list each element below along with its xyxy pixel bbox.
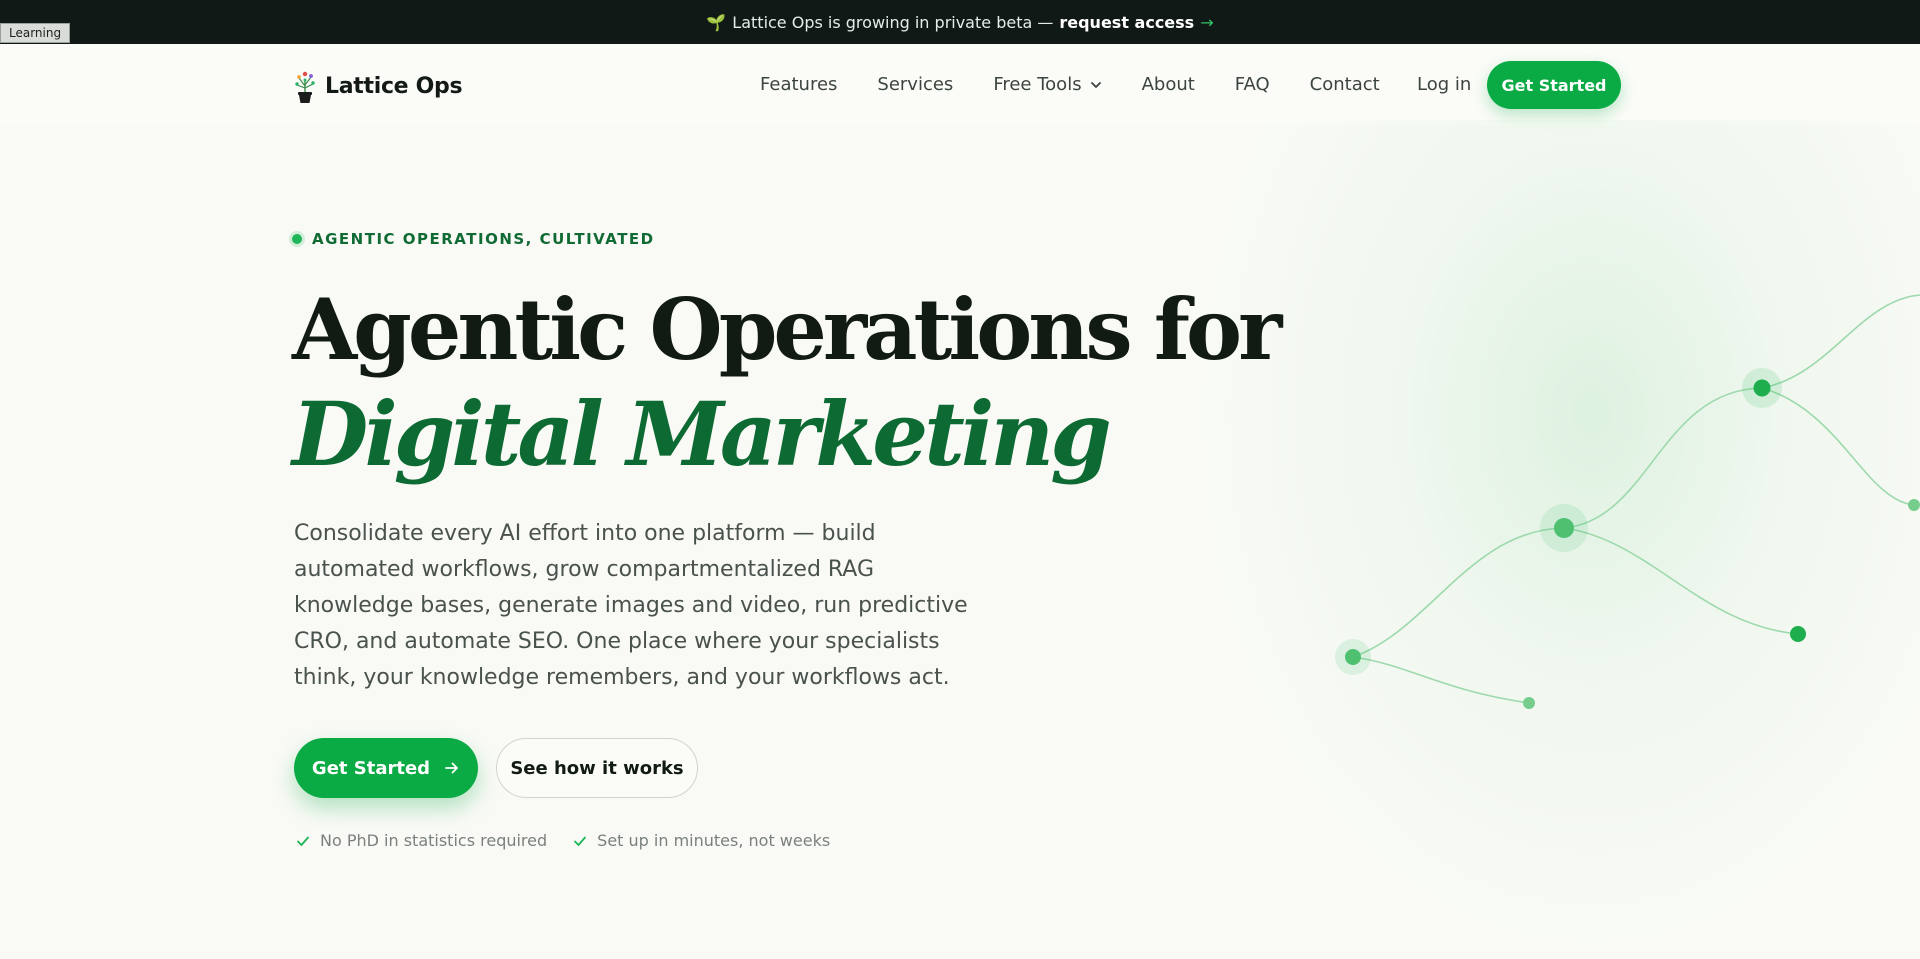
graph-node bbox=[1790, 626, 1806, 642]
nav-contact[interactable]: Contact bbox=[1310, 74, 1380, 95]
site-header: Lattice Ops Features Services Free Tools… bbox=[0, 44, 1920, 126]
assurance-item: Set up in minutes, not weeks bbox=[573, 831, 830, 850]
check-icon bbox=[574, 836, 587, 846]
arrow-right-icon: → bbox=[1200, 12, 1214, 32]
headline-line-2: Digital Marketing bbox=[292, 382, 1112, 486]
debug-tag: Learning bbox=[0, 23, 71, 43]
hero-eyebrow: AGENTIC OPERATIONS, CULTIVATED bbox=[292, 230, 655, 248]
header-get-started-button[interactable]: Get Started bbox=[1487, 61, 1621, 109]
hero-assurances: No PhD in statistics required Set up in … bbox=[296, 831, 856, 850]
nav-faq[interactable]: FAQ bbox=[1235, 74, 1270, 95]
nav-services[interactable]: Services bbox=[877, 74, 953, 95]
hero-headline: Agentic Operations for Digital Marketing bbox=[292, 278, 1282, 486]
see-how-it-works-button[interactable]: See how it works bbox=[496, 738, 698, 798]
network-graph-illustration bbox=[1335, 294, 1920, 709]
potted-plant-icon bbox=[295, 71, 315, 103]
primary-nav: Features Services Free Tools About FAQ C… bbox=[760, 74, 1420, 95]
graph-node bbox=[1554, 518, 1574, 538]
nav-features[interactable]: Features bbox=[760, 74, 837, 95]
sprout-icon: 🌱 bbox=[706, 12, 727, 32]
graph-node bbox=[1345, 649, 1361, 665]
hero-lead: Consolidate every AI effort into one pla… bbox=[294, 521, 968, 690]
hero-get-started-button[interactable]: Get Started bbox=[294, 738, 478, 798]
check-icon bbox=[297, 836, 309, 846]
brand-home-link[interactable]: Lattice Ops bbox=[293, 68, 463, 104]
status-dot-icon bbox=[292, 234, 302, 244]
graph-node bbox=[1523, 697, 1535, 709]
assurance-text: No PhD in statistics required bbox=[320, 831, 548, 850]
login-link[interactable]: Log in bbox=[1417, 74, 1471, 95]
eyebrow-text: AGENTIC OPERATIONS, CULTIVATED bbox=[312, 230, 655, 248]
headline-line-1: Agentic Operations for bbox=[292, 280, 1282, 379]
arrow-right-icon bbox=[445, 762, 458, 774]
chevron-down-icon bbox=[1090, 81, 1101, 88]
announcement-text: Lattice Ops is growing in private beta — bbox=[732, 12, 1054, 32]
nav-about[interactable]: About bbox=[1142, 74, 1195, 95]
assurance-item: No PhD in statistics required bbox=[296, 831, 547, 850]
assurance-text: Set up in minutes, not weeks bbox=[597, 831, 831, 850]
graph-node bbox=[1908, 499, 1920, 511]
nav-free-tools-label: Free Tools bbox=[993, 74, 1082, 95]
hero-get-started-label: Get Started bbox=[311, 757, 431, 779]
brand-name: Lattice Ops bbox=[325, 73, 463, 99]
graph-node bbox=[1753, 379, 1771, 397]
nav-free-tools[interactable]: Free Tools bbox=[993, 74, 1101, 95]
announcement-bar: 🌱 Lattice Ops is growing in private beta… bbox=[0, 0, 1920, 44]
request-access-link[interactable]: request access bbox=[1059, 13, 1194, 32]
